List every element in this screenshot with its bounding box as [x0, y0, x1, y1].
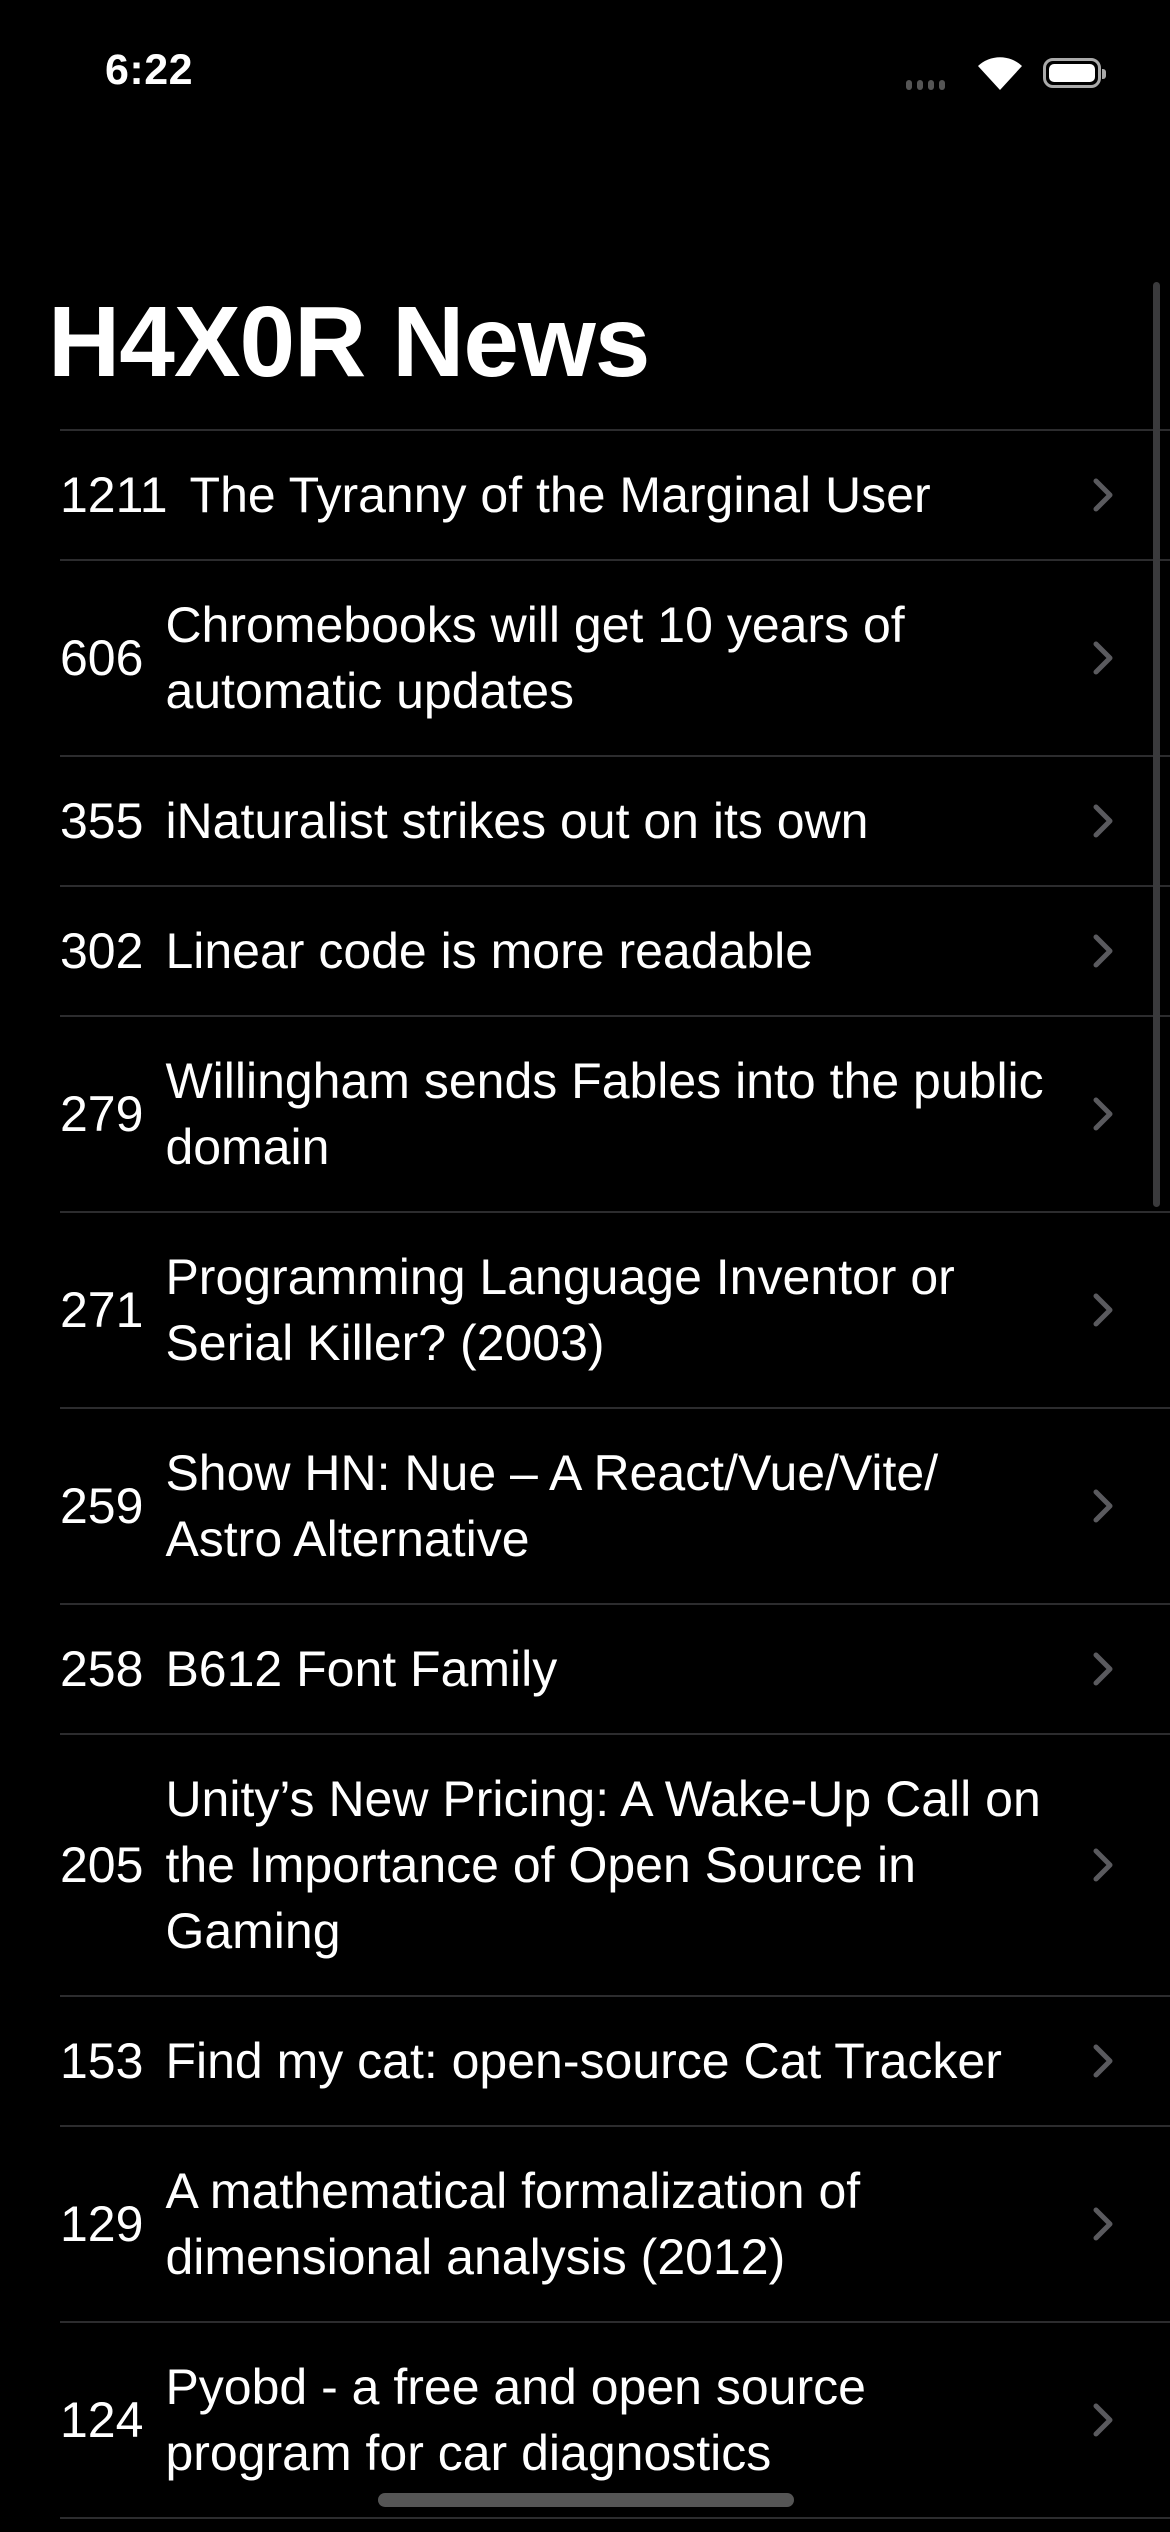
battery-icon: [1043, 58, 1106, 88]
news-list-item[interactable]: 153 Find my cat: open-source Cat Tracker: [60, 1997, 1170, 2127]
chevron-right-icon: [1093, 804, 1113, 838]
chevron-right-icon: [1093, 1848, 1113, 1882]
chevron-right-icon: [1093, 2044, 1113, 2078]
news-list-item[interactable]: 302 Linear code is more readable: [60, 887, 1170, 1017]
post-points: 259: [60, 1478, 144, 1534]
news-list-item[interactable]: 258 B612 Font Family: [60, 1605, 1170, 1735]
post-title: A mathematical formalization of dimensio…: [165, 2163, 861, 2285]
post-points: 129: [60, 2196, 144, 2252]
chevron-right-icon: [1093, 1293, 1113, 1327]
post-title: Linear code is more readable: [165, 923, 814, 979]
news-list-item[interactable]: 259 Show HN: Nue – A React/Vue/Vite/ Astr…: [60, 1409, 1170, 1605]
post-points: 302: [60, 923, 144, 979]
chevron-right-icon: [1093, 1652, 1113, 1686]
scrollbar[interactable]: [1153, 282, 1160, 1207]
chevron-right-icon: [1093, 478, 1113, 512]
post-title: The Tyranny of the Marginal User: [189, 467, 931, 523]
post-title: Programming Language Inventor or Serial …: [165, 1249, 955, 1371]
status-time: 6:22: [105, 46, 194, 94]
news-list-item[interactable]: 279 Willingham sends Fables into the publ…: [60, 1017, 1170, 1213]
news-list-item[interactable]: 355 iNaturalist strikes out on its own: [60, 757, 1170, 887]
post-points: 258: [60, 1641, 144, 1697]
news-list-item[interactable]: 205 Unity’s New Pricing: A Wake-Up Call o…: [60, 1735, 1170, 1997]
news-list-item[interactable]: 606 Chromebooks will get 10 years of auto…: [60, 561, 1170, 757]
page-title: H4X0R News: [48, 286, 650, 398]
post-title: B612 Font Family: [165, 1641, 558, 1697]
chevron-right-icon: [1093, 1097, 1113, 1131]
post-points: 153: [60, 2033, 144, 2089]
chevron-right-icon: [1093, 1489, 1113, 1523]
status-bar: 6:22: [0, 0, 1170, 150]
chevron-right-icon: [1093, 2207, 1113, 2241]
news-list: 1211 The Tyranny of the Marginal User 606 C…: [60, 429, 1170, 2519]
post-title: Chromebooks will get 10 years of automat…: [165, 597, 905, 719]
post-points: 1211: [60, 467, 168, 523]
news-list-item[interactable]: 1211 The Tyranny of the Marginal User: [60, 431, 1170, 561]
post-title: Find my cat: open-source Cat Tracker: [165, 2033, 1002, 2089]
news-list-item[interactable]: 271 Programming Language Inventor or Seri…: [60, 1213, 1170, 1409]
home-indicator[interactable]: [378, 2493, 794, 2507]
chevron-right-icon: [1093, 2403, 1113, 2437]
post-points: 606: [60, 630, 144, 686]
post-points: 355: [60, 793, 144, 849]
post-points: 205: [60, 1837, 144, 1893]
post-title: Show HN: Nue – A React/Vue/Vite/ Astro A…: [165, 1445, 939, 1567]
post-points: 279: [60, 1086, 144, 1142]
post-title: Unity’s New Pricing: A Wake-Up Call on t…: [165, 1771, 1041, 1959]
post-points: 271: [60, 1282, 144, 1338]
news-list-item[interactable]: 124 Pyobd - a free and open source progra…: [60, 2323, 1170, 2519]
chevron-right-icon: [1093, 934, 1113, 968]
wifi-icon: [978, 57, 1022, 90]
post-points: 124: [60, 2392, 144, 2448]
cellular-signal-icon: [906, 80, 945, 90]
post-title: Willingham sends Fables into the public …: [165, 1053, 1044, 1175]
news-list-item[interactable]: 129 A mathematical formalization of dimen…: [60, 2127, 1170, 2323]
chevron-right-icon: [1093, 641, 1113, 675]
post-title: iNaturalist strikes out on its own: [165, 793, 869, 849]
post-title: Pyobd - a free and open source program f…: [165, 2359, 866, 2481]
